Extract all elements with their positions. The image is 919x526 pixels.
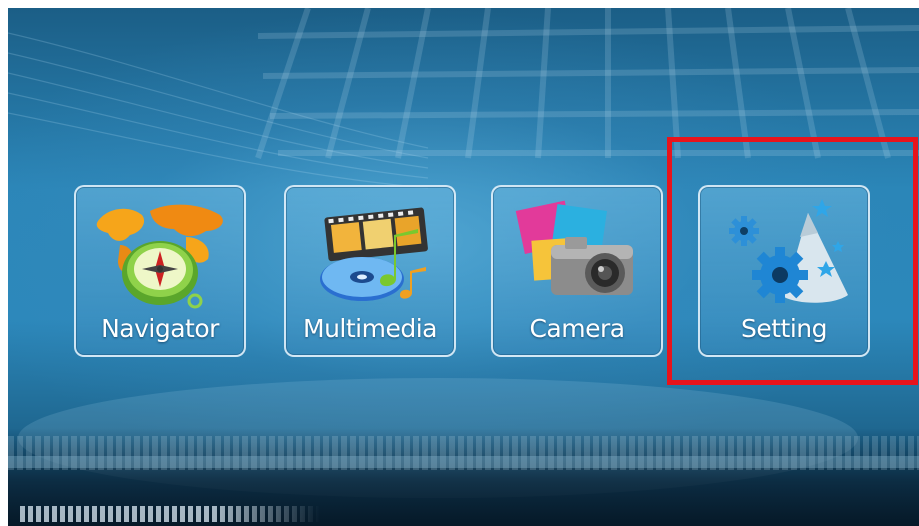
multimedia-button[interactable]: Multimedia (284, 185, 456, 357)
setting-button[interactable]: Setting (698, 185, 870, 357)
globe-compass-icon (90, 193, 234, 313)
camera-label: Camera (529, 314, 625, 343)
multimedia-label: Multimedia (303, 314, 437, 343)
film-disc-music-icon (300, 193, 444, 313)
camera-button[interactable]: Camera (491, 185, 663, 357)
navigator-button[interactable]: Navigator (74, 185, 246, 357)
main-menu-screen: Navigator Multimedia Camera Setting (8, 8, 919, 526)
stripe-decoration-2 (8, 456, 919, 468)
gears-party-hat-icon (714, 193, 858, 313)
navigator-label: Navigator (101, 314, 219, 343)
dots-decoration (20, 506, 320, 522)
setting-label: Setting (740, 314, 828, 343)
camera-photos-icon (507, 193, 651, 313)
